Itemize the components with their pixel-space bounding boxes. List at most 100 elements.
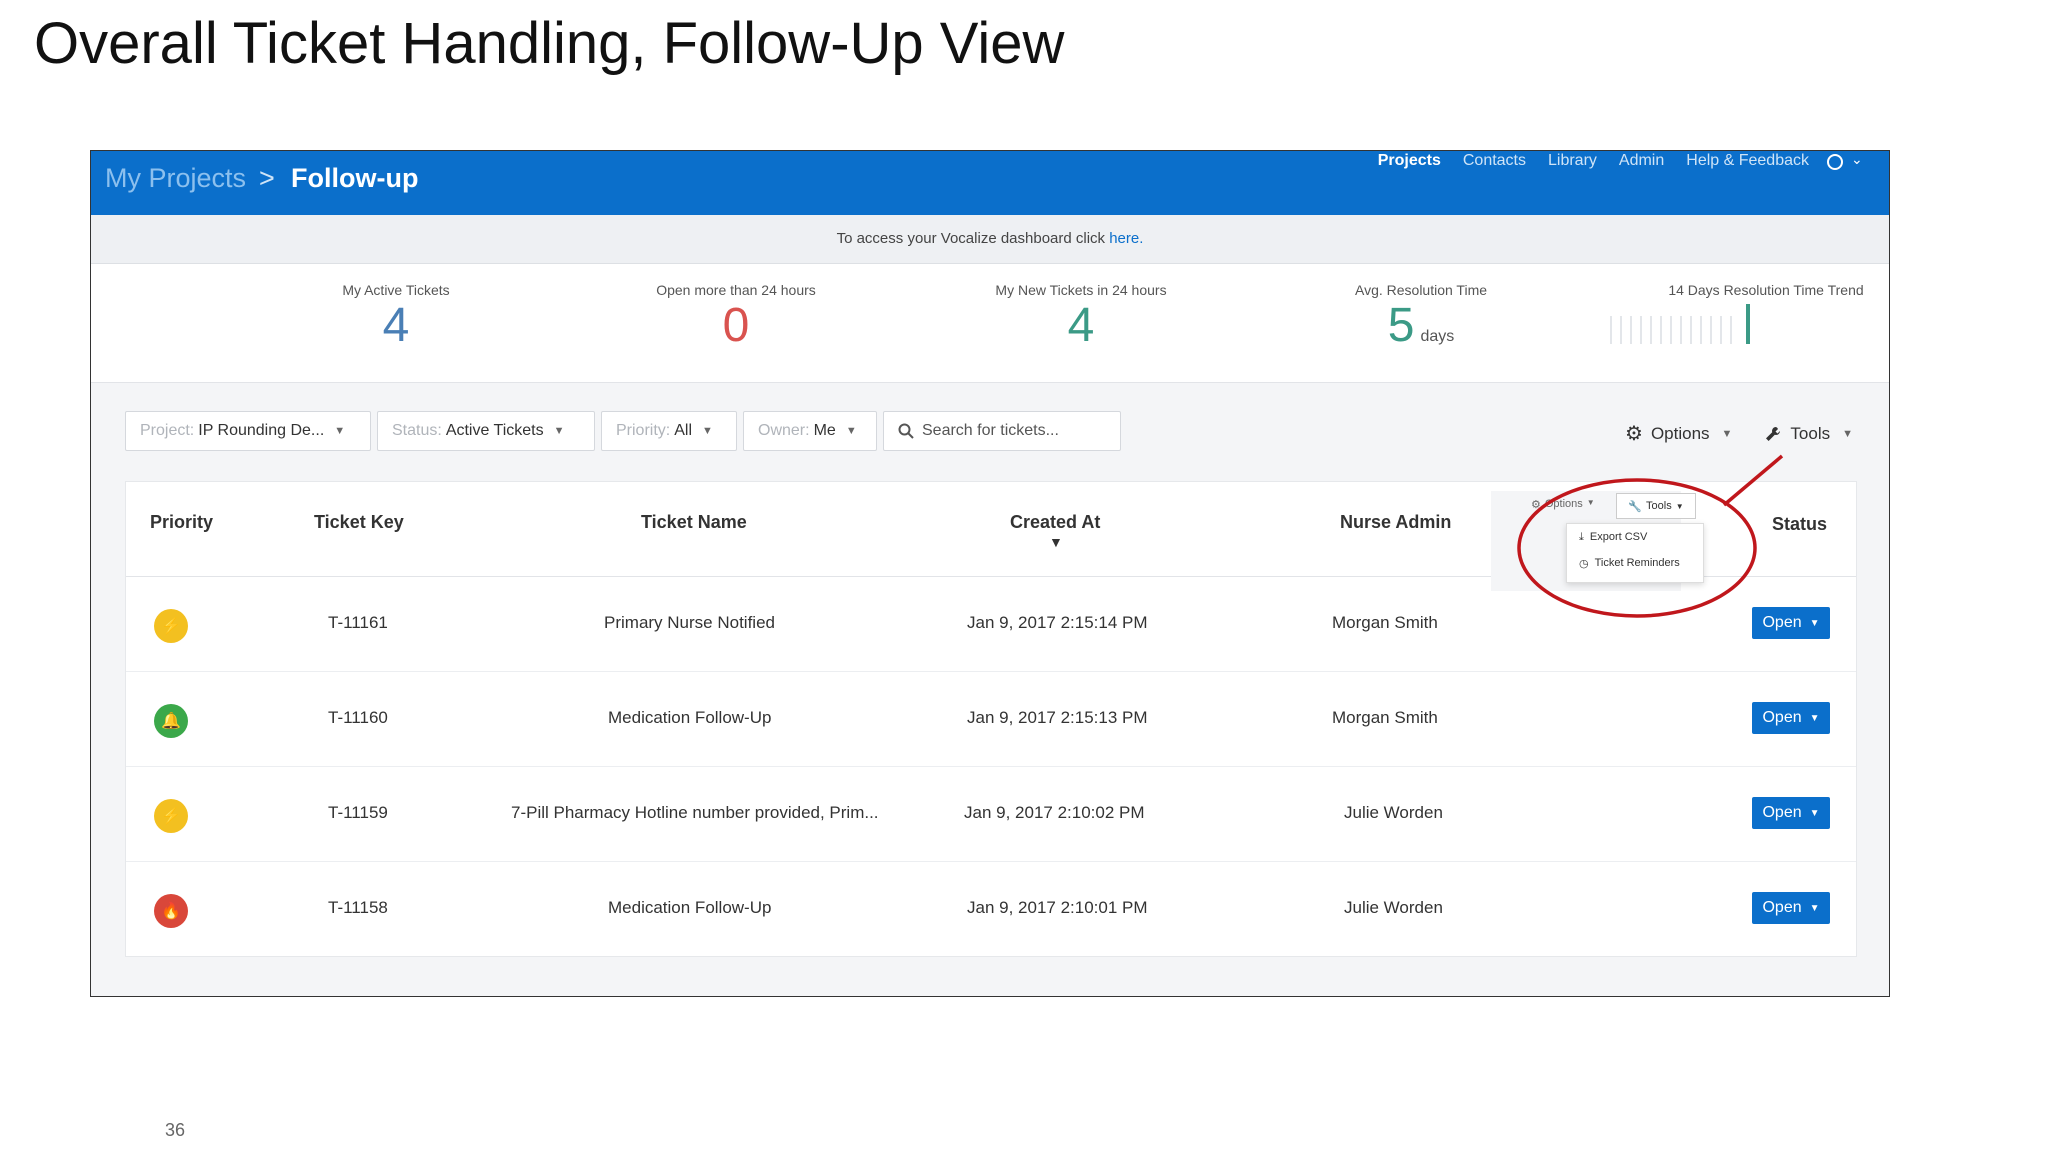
status-open-button[interactable]: Open ▼ xyxy=(1752,702,1830,734)
chevron-down-icon: ▼ xyxy=(1842,427,1853,440)
chevron-down-icon: ▼ xyxy=(845,425,857,437)
breadcrumb-current: Follow-up xyxy=(291,163,419,193)
status-open-button[interactable]: Open ▼ xyxy=(1752,607,1830,639)
top-nav: Projects Contacts Library Admin Help & F… xyxy=(1378,151,1809,170)
created-at: Jan 9, 2017 2:10:02 PM xyxy=(964,803,1145,822)
banner-text: To access your Vocalize dashboard click xyxy=(836,230,1110,247)
ticket-key: T-11158 xyxy=(328,898,388,917)
clock-icon: ◷ xyxy=(1579,557,1589,570)
table-row[interactable]: ⚡ T-11159 7-Pill Pharmacy Hotline number… xyxy=(126,767,1856,862)
nav-contacts[interactable]: Contacts xyxy=(1463,151,1526,170)
menu-item-export-csv[interactable]: ⤓ Export CSV xyxy=(1567,524,1703,550)
wrench-icon xyxy=(1766,426,1781,441)
chevron-down-icon: ▼ xyxy=(1809,902,1820,914)
top-bar: My Projects > Follow-up Projects Contact… xyxy=(91,151,1889,215)
chevron-down-icon: ▼ xyxy=(1809,807,1820,819)
trend-sparkline xyxy=(1610,304,1750,344)
breadcrumb-root[interactable]: My Projects xyxy=(105,163,246,194)
stat-avg-resolution-time: Avg. Resolution Time 5 days xyxy=(1271,264,1571,354)
stat-open-more-than-24h: Open more than 24 hours 0 xyxy=(586,264,886,354)
ticket-name: Primary Nurse Notified xyxy=(604,613,775,632)
priority-filter[interactable]: Priority: All ▼ xyxy=(601,411,737,451)
table-row[interactable]: 🔔 T-11160 Medication Follow-Up Jan 9, 20… xyxy=(126,672,1856,767)
column-ticket-name[interactable]: Ticket Name xyxy=(641,512,747,533)
filter-key: Priority: xyxy=(616,422,671,439)
nav-projects[interactable]: Projects xyxy=(1378,151,1441,170)
table-row[interactable]: 🔥 T-11158 Medication Follow-Up Jan 9, 20… xyxy=(126,862,1856,956)
filter-key: Owner: xyxy=(758,422,810,439)
nav-library[interactable]: Library xyxy=(1548,151,1597,170)
status-label: Open xyxy=(1762,804,1802,821)
lightning-icon: ⚡ xyxy=(154,609,188,643)
menu-item-label: Export CSV xyxy=(1589,531,1648,543)
nurse-admin: Morgan Smith xyxy=(1332,613,1438,632)
ticket-name: 7-Pill Pharmacy Hotline number provided,… xyxy=(511,803,879,822)
ticket-key: T-11160 xyxy=(328,708,388,727)
dashboard-banner: To access your Vocalize dashboard click … xyxy=(91,215,1889,264)
created-at: Jan 9, 2017 2:15:14 PM xyxy=(967,613,1148,632)
app-screenshot: My Projects > Follow-up Projects Contact… xyxy=(90,150,1890,997)
tools-menu: ⤓ Export CSV ◷ Ticket Reminders xyxy=(1566,523,1704,583)
slide-title: Overall Ticket Handling, Follow-Up View xyxy=(34,11,1065,76)
inset-options-dropdown[interactable]: ⚙ Options ▼ xyxy=(1531,498,1595,511)
chevron-down-icon: ▼ xyxy=(1809,712,1820,724)
nav-help-feedback[interactable]: Help & Feedback xyxy=(1686,151,1809,170)
inset-tools-label: Tools xyxy=(1646,500,1672,512)
status-label: Open xyxy=(1762,614,1802,631)
menu-item-label: Ticket Reminders xyxy=(1594,557,1680,569)
search-input[interactable]: Search for tickets... xyxy=(883,411,1121,451)
bell-icon: 🔔 xyxy=(154,704,188,738)
table-row[interactable]: ⚡ T-11161 Primary Nurse Notified Jan 9, … xyxy=(126,577,1856,672)
column-priority[interactable]: Priority xyxy=(150,512,213,533)
nurse-admin: Julie Worden xyxy=(1344,803,1443,822)
gear-icon: ⚙ xyxy=(1625,423,1643,445)
search-placeholder: Search for tickets... xyxy=(922,422,1059,439)
column-ticket-key[interactable]: Ticket Key xyxy=(314,512,404,533)
nurse-admin: Julie Worden xyxy=(1344,898,1443,917)
filter-bar: Project: IP Rounding De... ▼ Status: Active… xyxy=(125,411,1121,453)
tools-dropdown[interactable]: Tools ▼ xyxy=(1764,421,1853,446)
ticket-key: T-11159 xyxy=(328,803,388,822)
nurse-admin: Morgan Smith xyxy=(1332,708,1438,727)
stat-label: Open more than 24 hours xyxy=(656,282,816,298)
created-at: Jan 9, 2017 2:15:13 PM xyxy=(967,708,1148,727)
gear-icon: ⚙ xyxy=(1531,499,1541,511)
status-open-button[interactable]: Open ▼ xyxy=(1752,797,1830,829)
chevron-down-icon: ▼ xyxy=(1809,617,1820,629)
inset-tools-dropdown[interactable]: 🔧 Tools ▼ xyxy=(1616,493,1696,519)
lightning-icon: ⚡ xyxy=(154,799,188,833)
search-icon xyxy=(898,423,914,439)
stat-my-active-tickets: My Active Tickets 4 xyxy=(246,264,546,354)
nav-admin[interactable]: Admin xyxy=(1619,151,1664,170)
menu-item-ticket-reminders[interactable]: ◷ Ticket Reminders xyxy=(1567,550,1703,576)
filter-key: Project: xyxy=(140,422,195,439)
chevron-down-icon: ▼ xyxy=(1721,427,1733,440)
chevron-down-icon: ⌄ xyxy=(1851,151,1863,167)
owner-filter[interactable]: Owner: Me ▼ xyxy=(743,411,877,451)
column-created-at[interactable]: Created At xyxy=(1010,512,1100,533)
stat-new-tickets-24h: My New Tickets in 24 hours 4 xyxy=(931,264,1231,354)
ticket-name: Medication Follow-Up xyxy=(608,708,772,727)
options-dropdown[interactable]: ⚙ Options ▼ xyxy=(1625,421,1732,446)
filter-value: IP Rounding De... xyxy=(198,422,325,439)
column-nurse-admin[interactable]: Nurse Admin xyxy=(1340,512,1451,533)
stat-label: My New Tickets in 24 hours xyxy=(995,282,1167,298)
banner-link[interactable]: here. xyxy=(1109,230,1143,247)
project-filter[interactable]: Project: IP Rounding De... ▼ xyxy=(125,411,371,451)
status-label: Open xyxy=(1762,709,1802,726)
stat-resolution-trend: 14 Days Resolution Time Trend xyxy=(1616,264,1889,298)
account-menu[interactable]: ⌄ xyxy=(1819,151,1875,173)
status-filter[interactable]: Status: Active Tickets ▼ xyxy=(377,411,595,451)
column-status[interactable]: Status xyxy=(1772,514,1827,535)
chevron-down-icon: ▼ xyxy=(334,425,346,437)
download-icon: ⤓ xyxy=(1579,530,1584,543)
stat-unit: days xyxy=(1420,328,1455,345)
status-open-button[interactable]: Open ▼ xyxy=(1752,892,1830,924)
stat-value: 4 xyxy=(1067,299,1095,352)
status-label: Open xyxy=(1762,899,1802,916)
stat-label: Avg. Resolution Time xyxy=(1354,282,1488,298)
slide-number: 36 xyxy=(165,1120,186,1140)
user-icon xyxy=(1827,154,1843,170)
breadcrumb-separator: > xyxy=(259,163,275,193)
chevron-down-icon: ▼ xyxy=(1675,501,1684,511)
